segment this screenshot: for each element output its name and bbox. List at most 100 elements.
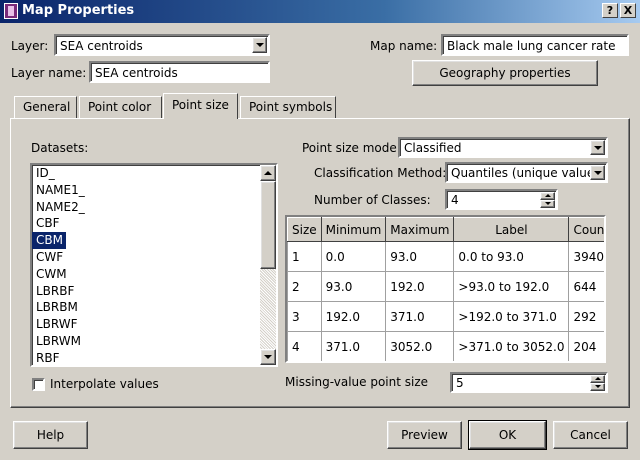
cell-size[interactable]: 2 [287,271,322,302]
datasets-list[interactable]: ID_ NAME1_ NAME2_ CBF CBM CWF CWM LBRBF … [30,163,278,367]
cell-maximum[interactable]: 3052.0 [385,331,455,361]
list-item[interactable]: ID_ [32,165,276,182]
close-icon[interactable]: X [620,3,636,18]
classification-method-value: Quantiles (unique values [451,166,601,180]
table-row[interactable]: 2 93.0 192.0 >93.0 to 192.0 644 [287,271,604,302]
tab-point-color[interactable]: Point color [79,96,162,118]
table-row[interactable]: 1 0.0 93.0 0.0 to 93.0 3940 [287,241,604,272]
interpolate-label[interactable]: Interpolate values [50,377,159,391]
list-item[interactable]: RBF [32,350,276,365]
number-of-classes-value: 4 [451,193,459,207]
app-icon [4,3,18,19]
tab-general[interactable]: General [14,96,77,118]
missing-value-value: 5 [456,376,464,390]
table-row[interactable]: 3 192.0 371.0 >192.0 to 371.0 292 [287,301,604,332]
number-of-classes-spinner[interactable]: 4 [445,189,558,210]
help-button[interactable]: Help [13,421,88,449]
chevron-down-icon [544,202,551,205]
col-header-maximum[interactable]: Maximum [385,217,455,242]
spin-down-button[interactable] [590,383,605,391]
list-item-selected[interactable]: CBM [32,232,66,249]
chevron-down-icon [594,385,601,388]
cell-label[interactable]: >192.0 to 371.0 [453,301,570,332]
interpolate-checkbox[interactable] [32,378,45,391]
chevron-up-icon [264,171,272,175]
ok-button[interactable]: OK [468,420,547,450]
layer-name-input[interactable]: SEA centroids [89,61,270,83]
scroll-thumb[interactable] [260,181,276,269]
chevron-down-icon [593,170,602,175]
layer-select[interactable]: SEA centroids [54,34,270,56]
list-item[interactable]: CWM [32,266,276,283]
cell-label[interactable]: 0.0 to 93.0 [453,241,570,272]
map-name-input[interactable]: Black male lung cancer rate [441,34,629,56]
list-item[interactable]: CWF [32,249,276,266]
cell-minimum[interactable]: 0.0 [320,241,387,272]
cancel-button[interactable]: Cancel [553,421,628,449]
classification-method-dropdown-button[interactable] [590,165,605,180]
table-header-row: Size Minimum Maximum Label Count [287,217,604,242]
cell-count: 204 [568,331,604,361]
list-item[interactable]: LBRBF [32,283,276,300]
map-name-value: Black male lung cancer rate [447,39,616,53]
cell-label[interactable]: >371.0 to 3052.0 [453,331,570,361]
spin-down-button[interactable] [540,200,555,208]
map-name-label: Map name: [370,39,438,53]
cell-size[interactable]: 4 [287,331,322,361]
chevron-down-icon [255,43,264,47]
classification-method-label: Classification Method: [314,166,447,180]
point-size-mode-label: Point size mode [302,141,397,155]
spin-up-button[interactable] [590,375,605,383]
cell-minimum[interactable]: 192.0 [320,301,387,332]
chevron-down-icon [593,145,602,150]
cell-minimum[interactable]: 371.0 [320,331,387,361]
geography-properties-button[interactable]: Geography properties [412,60,598,86]
tab-point-size[interactable]: Point size [163,93,238,119]
point-size-mode-select[interactable]: Classified [398,137,608,158]
table-row[interactable]: 4 371.0 3052.0 >371.0 to 3052.0 204 [287,331,604,361]
cell-size[interactable]: 1 [287,241,322,272]
scroll-up-button[interactable] [260,165,276,181]
missing-value-spinner[interactable]: 5 [450,372,608,393]
class-table-grid: Size Minimum Maximum Label Count 1 0.0 9… [287,217,604,361]
cell-count: 292 [568,301,604,332]
cell-maximum[interactable]: 93.0 [385,241,455,272]
chevron-up-icon [544,194,551,197]
datasets-scrollbar[interactable] [260,165,276,365]
layer-label: Layer: [11,39,49,53]
number-of-classes-label: Number of Classes: [314,193,431,207]
list-item[interactable]: NAME1_ [32,182,276,199]
class-table[interactable]: Size Minimum Maximum Label Count 1 0.0 9… [285,215,606,363]
scroll-down-button[interactable] [260,349,276,365]
chevron-down-icon [264,355,272,359]
point-size-mode-value: Classified [404,141,462,155]
scroll-track[interactable] [260,269,276,349]
cell-size[interactable]: 3 [287,301,322,332]
list-item[interactable]: NAME2_ [32,199,276,216]
col-header-label[interactable]: Label [453,217,570,242]
list-item[interactable]: CBF [32,215,276,232]
cell-maximum[interactable]: 192.0 [385,271,455,302]
spin-up-button[interactable] [540,192,555,200]
cell-maximum[interactable]: 371.0 [385,301,455,332]
tab-point-symbols[interactable]: Point symbols [240,96,336,118]
col-header-size[interactable]: Size [287,217,322,242]
layer-name-label: Layer name: [11,66,87,80]
point-size-mode-dropdown-button[interactable] [590,140,605,155]
list-item[interactable]: LBRWM [32,333,276,350]
list-item[interactable]: LBRWF [32,316,276,333]
col-header-minimum[interactable]: Minimum [320,217,387,242]
layer-dropdown-button[interactable] [252,37,267,53]
help-icon[interactable]: ? [602,3,618,18]
col-header-count[interactable]: Count [568,217,604,242]
cell-count: 3940 [568,241,604,272]
title-bar: Map Properties ? X [0,0,640,23]
cell-label[interactable]: >93.0 to 192.0 [453,271,570,302]
chevron-up-icon [594,377,601,380]
missing-value-label: Missing-value point size [285,375,429,389]
preview-button[interactable]: Preview [387,421,462,449]
cell-minimum[interactable]: 93.0 [320,271,387,302]
datasets-label: Datasets: [31,141,89,155]
classification-method-select[interactable]: Quantiles (unique values [445,162,608,183]
list-item[interactable]: LBRBM [32,299,276,316]
